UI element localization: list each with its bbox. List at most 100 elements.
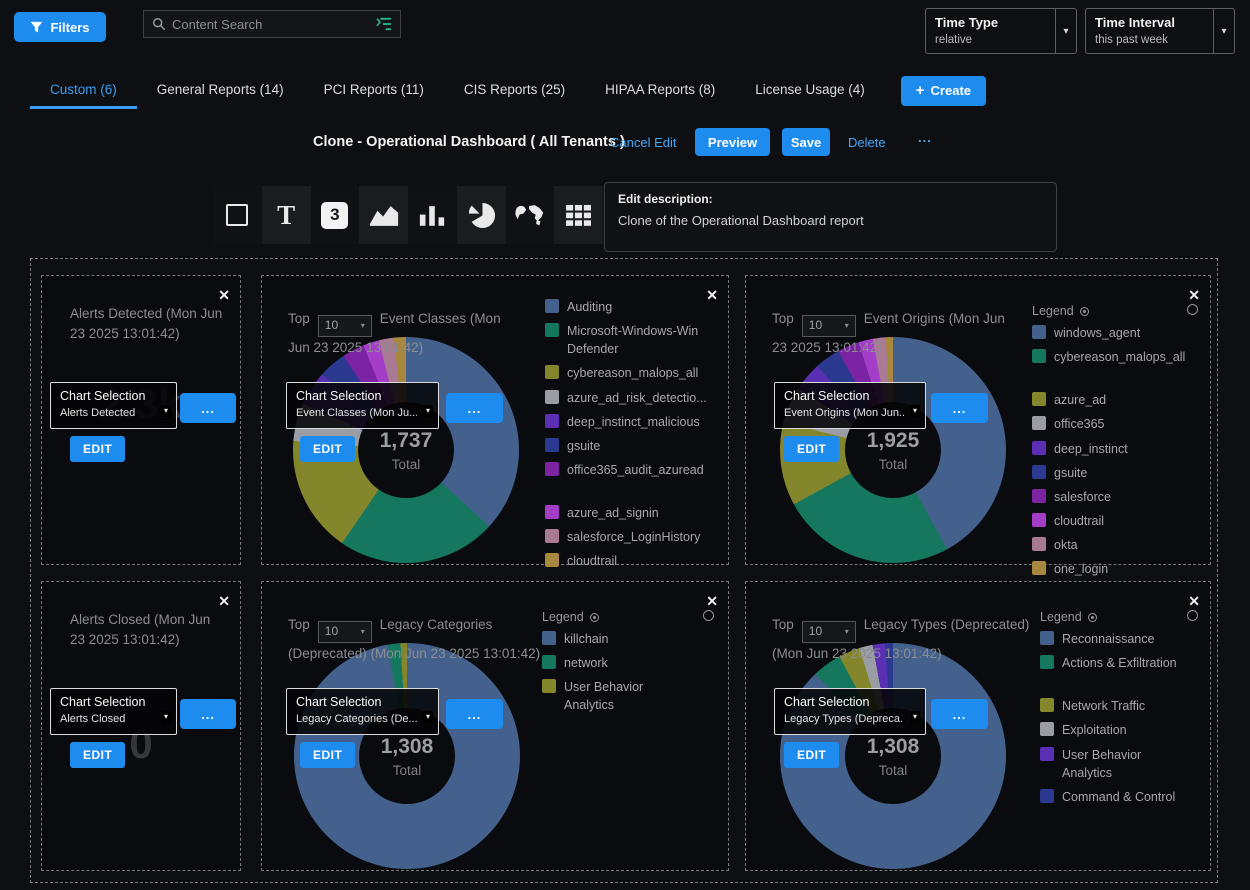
legend-toggle-circle-icon[interactable] xyxy=(703,610,714,621)
world-map-icon[interactable] xyxy=(506,186,555,244)
widget-edit-button[interactable]: EDIT xyxy=(300,742,355,768)
advanced-search-icon[interactable] xyxy=(375,17,392,31)
legend-item[interactable]: Command & Control xyxy=(1040,788,1188,806)
widget-edit-button[interactable]: EDIT xyxy=(70,436,125,462)
legend-toggle-circle-icon[interactable] xyxy=(1187,610,1198,621)
legend-item[interactable]: gsuite xyxy=(1032,464,1185,482)
number-3-icon[interactable]: 3 xyxy=(311,186,360,244)
widget-alerts-closed[interactable]: ✕ Alerts Closed (Mon Jun 23 2025 13:01:4… xyxy=(41,581,241,871)
search-input[interactable] xyxy=(172,17,369,32)
legend-item[interactable]: office365 xyxy=(1032,415,1185,433)
widget-more-button[interactable]: ... xyxy=(931,393,988,423)
more-options-link[interactable]: ... xyxy=(918,130,932,145)
preview-button[interactable]: Preview xyxy=(695,128,770,156)
top-n-select[interactable]: 10▾ xyxy=(802,315,856,337)
tab-general-reports-14[interactable]: General Reports (14) xyxy=(137,72,304,109)
create-button[interactable]: + Create xyxy=(901,76,986,106)
legend-item[interactable]: deep_instinct_malicious xyxy=(545,413,728,431)
widget-alerts-detected[interactable]: ✕ Alerts Detected (Mon Jun 23 2025 13:01… xyxy=(41,275,241,565)
chart-title: Alerts Closed (Mon Jun 23 2025 13:01:42) xyxy=(70,610,224,651)
bar-chart-icon[interactable] xyxy=(408,186,457,244)
close-icon[interactable]: ✕ xyxy=(1188,594,1200,608)
legend-item[interactable]: deep_instinct xyxy=(1032,440,1185,458)
widget-legacy-types[interactable]: ✕ Top10▾Legacy Types (Deprecated) (Mon J… xyxy=(745,581,1211,871)
legend-item[interactable]: Reconnaissance xyxy=(1040,630,1188,648)
legend-target-icon[interactable] xyxy=(1088,613,1097,622)
legend-target-icon[interactable] xyxy=(590,613,599,622)
legend-item[interactable]: Actions & Exfiltration xyxy=(1040,654,1188,672)
edit-description-box[interactable]: Edit description: Clone of the Operation… xyxy=(604,182,1057,252)
legend-item[interactable]: salesforce_LoginHistory xyxy=(545,528,728,546)
legend-item[interactable]: one_login xyxy=(1032,560,1185,578)
chart-selection-dropdown[interactable]: Chart Selection Alerts Detected ▾ xyxy=(50,382,177,429)
tab-license-usage-4[interactable]: License Usage (4) xyxy=(735,72,885,109)
legend-item[interactable]: azure_ad xyxy=(1032,391,1185,409)
legend-item[interactable]: windows_agent xyxy=(1032,324,1185,342)
legend-item[interactable]: Exploitation xyxy=(1040,721,1188,739)
filters-button[interactable]: Filters xyxy=(14,12,106,42)
legend-item[interactable]: azure_ad_risk_detectio... xyxy=(545,389,728,407)
tab-hipaa-reports-8[interactable]: HIPAA Reports (8) xyxy=(585,72,735,109)
legend-item[interactable]: salesforce xyxy=(1032,488,1185,506)
time-type-select[interactable]: Time Type relative ▾ xyxy=(925,8,1077,54)
legend-item[interactable]: azure_ad_signin xyxy=(545,504,728,522)
chart-selection-dropdown[interactable]: Chart Selection Event Classes (Mon Ju...… xyxy=(286,382,439,429)
legend-target-icon[interactable] xyxy=(1080,307,1089,316)
legend-item[interactable]: User Behavior Analytics xyxy=(1040,746,1188,782)
tab-pci-reports-11[interactable]: PCI Reports (11) xyxy=(304,72,444,109)
legend-item[interactable]: cloudtrail xyxy=(1032,512,1185,530)
top-n-select[interactable]: 10▾ xyxy=(318,315,372,337)
widget-more-button[interactable]: ... xyxy=(180,393,236,423)
legend-item[interactable]: cybereason_malops_all xyxy=(545,364,728,382)
chart-selection-dropdown[interactable]: Chart Selection Legacy Types (Depreca...… xyxy=(774,688,926,735)
widget-more-button[interactable]: ... xyxy=(180,699,236,729)
chart-selection-dropdown[interactable]: Chart Selection Event Origins (Mon Jun..… xyxy=(774,382,926,429)
close-icon[interactable]: ✕ xyxy=(706,594,718,608)
widget-event-classes[interactable]: ✕ Top10▾Event Classes (Mon Jun 23 2025 1… xyxy=(261,275,729,565)
top-n-select[interactable]: 10▾ xyxy=(318,621,372,643)
widget-edit-button[interactable]: EDIT xyxy=(784,436,839,462)
widget-more-button[interactable]: ... xyxy=(446,393,503,423)
widget-edit-button[interactable]: EDIT xyxy=(784,742,839,768)
save-button[interactable]: Save xyxy=(782,128,830,156)
legend-item[interactable]: okta xyxy=(1032,536,1185,554)
widget-edit-button[interactable]: EDIT xyxy=(70,742,125,768)
legend-item[interactable]: cloudtrail xyxy=(545,552,728,570)
legend-item[interactable]: killchain xyxy=(542,630,690,648)
legend-item[interactable]: office365_audit_azuread xyxy=(545,461,728,479)
legend-item[interactable]: Microsoft-Windows-Win Defender xyxy=(545,322,728,358)
table-icon[interactable] xyxy=(554,186,603,244)
legend-item[interactable]: Auditing xyxy=(545,298,728,316)
pie-chart-icon[interactable] xyxy=(457,186,506,244)
widget-legacy-categories[interactable]: ✕ Top10▾Legacy Categories (Deprecated) (… xyxy=(261,581,729,871)
legend-swatch xyxy=(545,438,559,452)
delete-link[interactable]: Delete xyxy=(848,135,886,150)
chart-selection-dropdown[interactable]: Chart Selection Legacy Categories (De...… xyxy=(286,688,439,735)
legend-toggle-circle-icon[interactable] xyxy=(1187,304,1198,315)
container-icon[interactable] xyxy=(213,186,262,244)
tab-cis-reports-25[interactable]: CIS Reports (25) xyxy=(444,72,585,109)
chart-selection-dropdown[interactable]: Chart Selection Alerts Closed ▾ xyxy=(50,688,177,735)
text-icon[interactable]: T xyxy=(262,186,311,244)
close-icon[interactable]: ✕ xyxy=(706,288,718,302)
legend-item[interactable]: Network Traffic xyxy=(1040,697,1188,715)
line-chart-icon[interactable] xyxy=(359,186,408,244)
widget-edit-button[interactable]: EDIT xyxy=(300,436,355,462)
legend-swatch xyxy=(1032,325,1046,339)
tab-custom-6[interactable]: Custom (6) xyxy=(30,72,137,109)
widget-more-button[interactable]: ... xyxy=(931,699,988,729)
content-search-box[interactable] xyxy=(143,10,401,38)
cancel-edit-link[interactable]: Cancel Edit xyxy=(610,135,676,150)
top-n-select[interactable]: 10▾ xyxy=(802,621,856,643)
close-icon[interactable]: ✕ xyxy=(218,288,230,302)
edit-description-text[interactable]: Clone of the Operational Dashboard repor… xyxy=(618,213,1043,228)
close-icon[interactable]: ✕ xyxy=(218,594,230,608)
legend-item[interactable]: network xyxy=(542,654,690,672)
legend-item[interactable]: User Behavior Analytics xyxy=(542,678,690,714)
time-interval-select[interactable]: Time Interval this past week ▾ xyxy=(1085,8,1235,54)
widget-more-button[interactable]: ... xyxy=(446,699,503,729)
legend-item[interactable]: gsuite xyxy=(545,437,728,455)
close-icon[interactable]: ✕ xyxy=(1188,288,1200,302)
legend-item[interactable]: cybereason_malops_all xyxy=(1032,348,1185,366)
widget-event-origins[interactable]: ✕ Top10▾Event Origins (Mon Jun 23 2025 1… xyxy=(745,275,1211,565)
